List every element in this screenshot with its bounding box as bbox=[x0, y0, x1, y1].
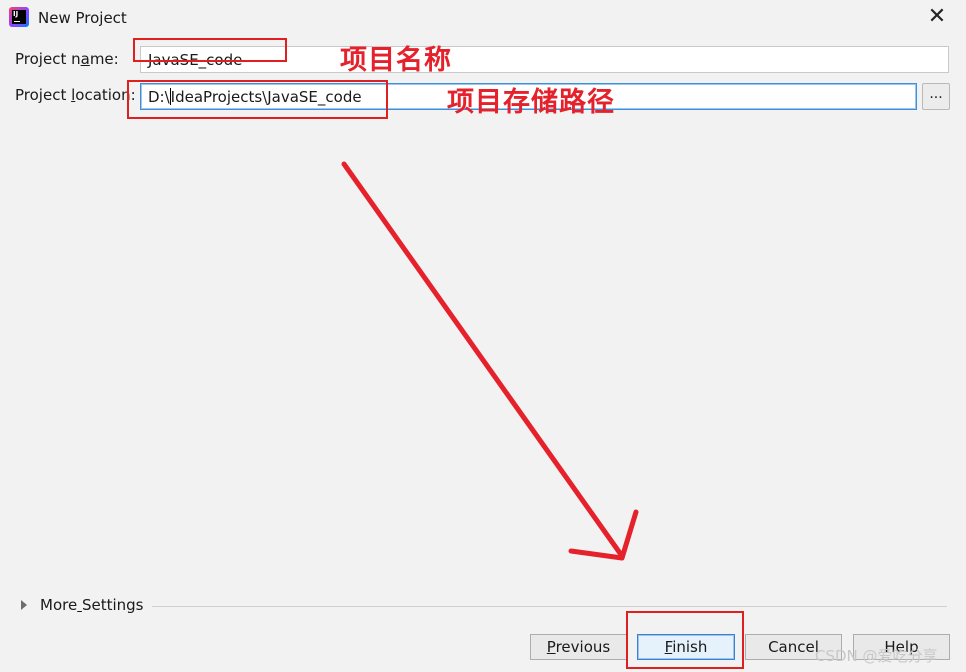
previous-button[interactable]: Previous bbox=[530, 634, 627, 660]
annotation-box-finish bbox=[626, 611, 744, 669]
more-settings-toggle[interactable]: More Settings bbox=[40, 596, 144, 614]
expand-triangle-icon[interactable] bbox=[21, 600, 27, 610]
watermark: CSDN @爱吃分享 bbox=[815, 647, 938, 665]
separator bbox=[152, 606, 947, 607]
annotation-arrow bbox=[341, 161, 639, 561]
